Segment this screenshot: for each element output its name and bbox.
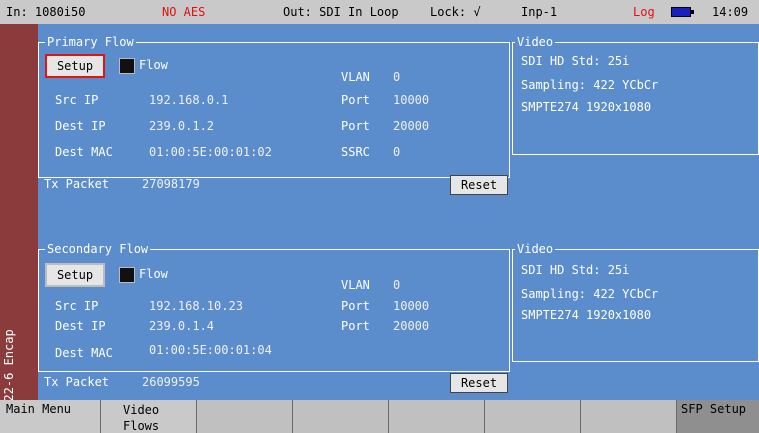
primary-ssrc[interactable]: 0 [393,144,400,160]
aes-status: NO AES [162,5,206,19]
primary-port1[interactable]: 10000 [393,92,429,108]
primary-ssrc-label: SSRC [341,145,370,159]
primary-port1-label: Port [341,93,370,107]
softkey-bar: Main Menu Video Flows SFP Setup [0,400,759,433]
softkey-5[interactable] [388,400,484,433]
secondary-dest-mac-label: Dest MAC [55,346,113,360]
primary-flow-title: Primary Flow [45,35,136,49]
secondary-reset-button[interactable]: Reset [450,373,508,393]
primary-dest-ip[interactable]: 239.0.1.2 [149,118,214,134]
side-tab[interactable]: 2022-6 Encap [0,24,38,416]
primary-vlan[interactable]: 0 [393,69,400,85]
secondary-dest-ip[interactable]: 239.0.1.4 [149,318,214,334]
primary-video-title: Video [515,35,556,49]
battery-icon [671,7,694,17]
secondary-flow-label: Flow [139,267,168,281]
status-bar: In: 1080i50 NO AES Out: SDI In Loop Lock… [0,0,759,24]
primary-tx-label: Tx Packet [44,177,110,191]
secondary-src-ip-label: Src IP [55,299,99,313]
primary-dest-mac-label: Dest MAC [55,145,113,159]
secondary-dest-ip-label: Dest IP [55,319,106,333]
secondary-video-sampling: Sampling: 422 YCbCr [521,287,659,301]
secondary-src-ip[interactable]: 192.168.10.23 [149,298,243,314]
softkey-3[interactable] [196,400,292,433]
video-flows-softkey[interactable]: Video Flows [100,400,196,433]
primary-port2[interactable]: 20000 [393,118,429,134]
secondary-flow-group: Secondary Flow Setup Flow Src IP 192.168… [38,242,510,372]
main-menu-label: Main Menu [6,402,72,416]
primary-dest-mac[interactable]: 01:00:5E:00:01:02 [149,144,272,160]
primary-flow-label: Flow [139,58,168,72]
secondary-video-group: Video SDI HD Std: 25i Sampling: 422 YCbC… [512,242,759,362]
secondary-port1-label: Port [341,299,370,313]
secondary-video-std: SDI HD Std: 25i [521,263,630,277]
primary-flow-group: Primary Flow Setup Flow Src IP 192.168.0… [38,35,510,178]
primary-reset-button[interactable]: Reset [450,175,508,195]
secondary-port1[interactable]: 10000 [393,298,429,314]
log-indicator: Log [633,5,655,19]
softkey-6[interactable] [484,400,580,433]
primary-port2-label: Port [341,119,370,133]
primary-flow-checkbox[interactable] [119,58,135,74]
secondary-vlan-label: VLAN [341,278,370,292]
primary-video-group: Video SDI HD Std: 25i Sampling: 422 YCbC… [512,35,759,155]
primary-tx-value: 27098179 [142,177,200,191]
secondary-vlan[interactable]: 0 [393,277,400,293]
main-panel: Primary Flow Setup Flow Src IP 192.168.0… [38,24,759,400]
main-menu-softkey[interactable]: Main Menu [0,400,100,433]
primary-setup-button[interactable]: Setup [45,54,105,78]
input-format: In: 1080i50 [6,5,86,19]
secondary-tx-value: 26099595 [142,375,200,389]
secondary-flow-checkbox[interactable] [119,267,135,283]
sfp-setup-label: SFP Setup [681,402,747,416]
primary-src-ip[interactable]: 192.168.0.1 [149,92,228,108]
secondary-setup-button[interactable]: Setup [45,263,105,287]
secondary-video-format: SMPTE274 1920x1080 [521,308,652,322]
primary-dest-ip-label: Dest IP [55,119,106,133]
primary-vlan-label: VLAN [341,70,370,84]
secondary-tx-label: Tx Packet [44,375,110,389]
sfp-setup-softkey[interactable]: SFP Setup [676,400,759,433]
softkey-4[interactable] [292,400,388,433]
softkey-7[interactable] [580,400,676,433]
primary-video-std: SDI HD Std: 25i [521,54,630,68]
primary-src-ip-label: Src IP [55,93,99,107]
secondary-dest-mac[interactable]: 01:00:5E:00:01:04 [149,342,272,358]
input-select: Inp-1 [521,5,558,19]
secondary-video-title: Video [515,242,556,256]
primary-video-sampling: Sampling: 422 YCbCr [521,78,659,92]
video-flows-label: Video Flows [123,403,160,433]
output-status: Out: SDI In Loop [283,5,399,19]
secondary-port2[interactable]: 20000 [393,318,429,334]
primary-video-format: SMPTE274 1920x1080 [521,100,652,114]
secondary-port2-label: Port [341,319,370,333]
clock: 14:09 [712,5,749,19]
secondary-flow-title: Secondary Flow [45,242,151,256]
lock-status: Lock: √ [430,5,481,19]
side-tab-label: 2022-6 Encap [2,329,16,416]
